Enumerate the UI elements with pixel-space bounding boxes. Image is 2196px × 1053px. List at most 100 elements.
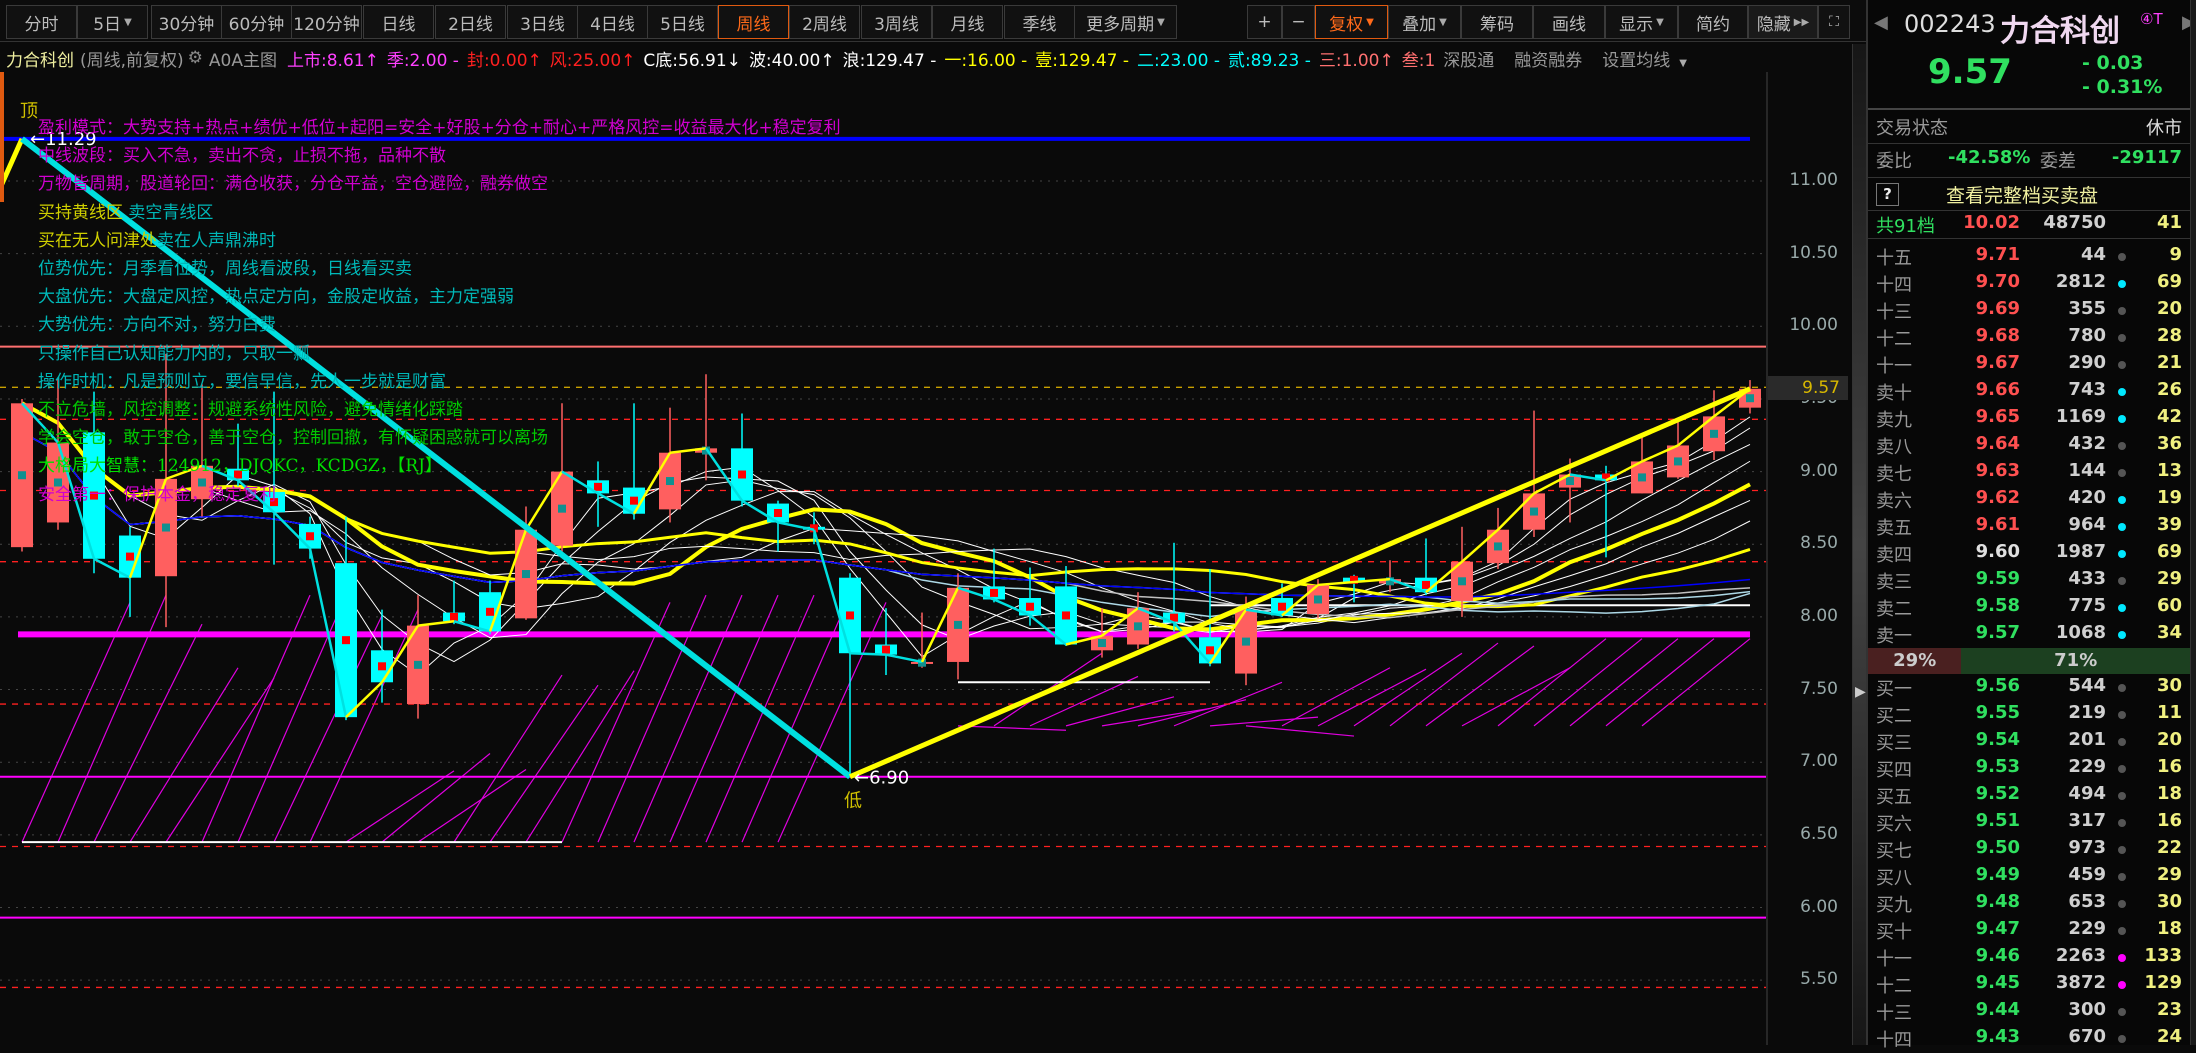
order-dot-icon [2118, 927, 2126, 935]
ask-level-row[interactable]: 卖四 9.60 1987 69 [1868, 541, 2190, 568]
close-trend-segment [849, 651, 887, 656]
level-label: 十四 [1876, 275, 1912, 296]
level-count: 21 [2156, 352, 2182, 373]
order-ratio-row: 委比 -42.58% 委差 -29117 [1868, 147, 2190, 174]
hatch-line [273, 615, 383, 843]
expand-arrow-icon[interactable]: ▶ [1855, 684, 1866, 700]
level-label: 买九 [1876, 895, 1912, 916]
level-label: 卖八 [1876, 437, 1912, 458]
level-count: 19 [2156, 487, 2182, 508]
level-label: 买四 [1876, 760, 1912, 781]
prev-stock-arrow-icon[interactable]: ◀ [1874, 12, 1888, 33]
ask-level-row[interactable]: 十一 9.67 290 21 [1868, 352, 2190, 379]
level-count: 23 [2156, 999, 2182, 1020]
hatch-line [957, 725, 1067, 731]
divider [1868, 108, 2190, 110]
level-label: 买七 [1876, 841, 1912, 862]
bid-level-row[interactable]: 十一 9.46 2263 133 [1868, 945, 2190, 972]
ask-level-row[interactable]: 十二 9.68 780 28 [1868, 325, 2190, 352]
hatch-line [1209, 716, 1319, 727]
y-tick-label: 10.00 [1789, 315, 1838, 336]
bid-level-row[interactable]: 买二 9.55 219 11 [1868, 702, 2190, 729]
ask-level-row[interactable]: 十三 9.69 355 20 [1868, 298, 2190, 325]
order-dot-icon [2118, 496, 2126, 504]
bid-level-row[interactable]: 十四 9.43 670 24 [1868, 1026, 2190, 1053]
annotation-line: 大格局大智慧：124912，DJQKC，KCDGZ，【RJ】 [38, 451, 442, 476]
order-dot-icon [2118, 873, 2126, 881]
buy-ratio-fill: 29% [1868, 648, 1962, 674]
ask-level-row[interactable]: 卖十 9.66 743 26 [1868, 379, 2190, 406]
hatch-line [309, 609, 419, 843]
candle-marker [1422, 580, 1430, 589]
ask-level-row[interactable]: 十五 9.71 44 9 [1868, 244, 2190, 271]
order-dot-icon [2118, 631, 2126, 639]
order-dot-icon [2118, 388, 2126, 396]
candle-marker [162, 523, 170, 532]
annotation-line: 安全第一：保护本金，稳定复利 [38, 480, 276, 505]
low-marker-label: 低 [844, 791, 862, 812]
bid-level-row[interactable]: 买六 9.51 317 16 [1868, 810, 2190, 837]
ask-level-row[interactable]: 卖七 9.63 144 13 [1868, 460, 2190, 487]
level-label: 卖九 [1876, 410, 1912, 431]
level-label: 买十 [1876, 922, 1912, 943]
ask-level-row[interactable]: 卖三 9.59 433 29 [1868, 568, 2190, 595]
bid-level-row[interactable]: 买七 9.50 973 22 [1868, 837, 2190, 864]
level-price: 9.53 [1975, 756, 2020, 777]
full-book-button[interactable]: 查看完整档买卖盘 [1946, 181, 2098, 208]
level-label: 卖六 [1876, 491, 1912, 512]
ask-level-row[interactable]: 卖五 9.61 964 39 [1868, 514, 2190, 541]
level-volume: 44 [2080, 244, 2106, 265]
candle-marker [990, 588, 998, 597]
order-dot-icon [2118, 900, 2126, 908]
annotation-text: 安全第一：保护本金，稳定复利 [38, 484, 276, 505]
stock-badge: ④T [2140, 10, 2163, 28]
bid-level-row[interactable]: 买四 9.53 229 16 [1868, 756, 2190, 783]
annotation-text: 卖在人声鼎沸时 [157, 230, 276, 251]
level-count: 11 [2156, 702, 2182, 723]
ask-level-row[interactable]: 卖九 9.65 1169 42 [1868, 406, 2190, 433]
level-label: 买二 [1876, 706, 1912, 727]
level-count: 28 [2156, 325, 2182, 346]
close-trend-segment [777, 521, 815, 531]
panel-splitter[interactable]: ▶ [1852, 44, 1866, 1045]
level-price: 9.49 [1975, 864, 2020, 885]
ask-level-row[interactable]: 十四 9.70 2812 69 [1868, 271, 2190, 298]
bid-level-row[interactable]: 买九 9.48 653 30 [1868, 891, 2190, 918]
order-dot-icon [2118, 1035, 2126, 1043]
ask-level-row[interactable]: 卖六 9.62 420 19 [1868, 487, 2190, 514]
bid-level-row[interactable]: 买五 9.52 494 18 [1868, 783, 2190, 810]
candle-marker [414, 660, 422, 669]
bid-level-row[interactable]: 买十 9.47 229 18 [1868, 918, 2190, 945]
annotation-text: 只操作自己认知能力内的，只取一瓢 [38, 343, 310, 364]
top-marker-label: 顶 [20, 101, 38, 122]
depth-count: 共91档 [1876, 216, 1935, 237]
hatch-line [561, 602, 671, 843]
panel-scrollbar[interactable] [2190, 0, 2196, 1045]
bid-level-row[interactable]: 买八 9.49 459 29 [1868, 864, 2190, 891]
level-count: 16 [2156, 810, 2182, 831]
level-price: 9.62 [1975, 487, 2020, 508]
level-count: 39 [2156, 514, 2182, 535]
ask-level-row[interactable]: 卖八 9.64 432 36 [1868, 433, 2190, 460]
level-count: 20 [2156, 298, 2182, 319]
ask-level-row[interactable]: 卖一 9.57 1068 34 [1868, 622, 2190, 649]
level-count: 18 [2156, 918, 2182, 939]
candle-marker [1134, 622, 1142, 631]
bid-level-row[interactable]: 十二 9.45 3872 129 [1868, 972, 2190, 999]
hatch-line [1641, 638, 1751, 727]
annotation-line: 中线波段：买入不急，卖出不贪，止损不拖，品种不散 [38, 141, 446, 166]
ask-level-row[interactable]: 卖二 9.58 775 60 [1868, 595, 2190, 622]
bid-level-row[interactable]: 十三 9.44 300 23 [1868, 999, 2190, 1026]
bid-level-row[interactable]: 买一 9.56 544 30 [1868, 675, 2190, 702]
level-label: 十四 [1876, 1030, 1912, 1051]
hatch-line [453, 674, 563, 843]
level-volume: 144 [2068, 460, 2106, 481]
help-icon[interactable]: ? [1876, 183, 1899, 206]
level-volume: 1987 [2055, 541, 2106, 562]
annotation-line: 大势优先：方向不对，努力白费 [38, 310, 276, 335]
bid-level-row[interactable]: 买三 9.54 201 20 [1868, 729, 2190, 756]
level-price: 9.57 [1975, 622, 2020, 643]
order-dot-icon [2118, 307, 2126, 315]
order-dot-icon [2118, 361, 2126, 369]
hatch-line [345, 770, 455, 843]
